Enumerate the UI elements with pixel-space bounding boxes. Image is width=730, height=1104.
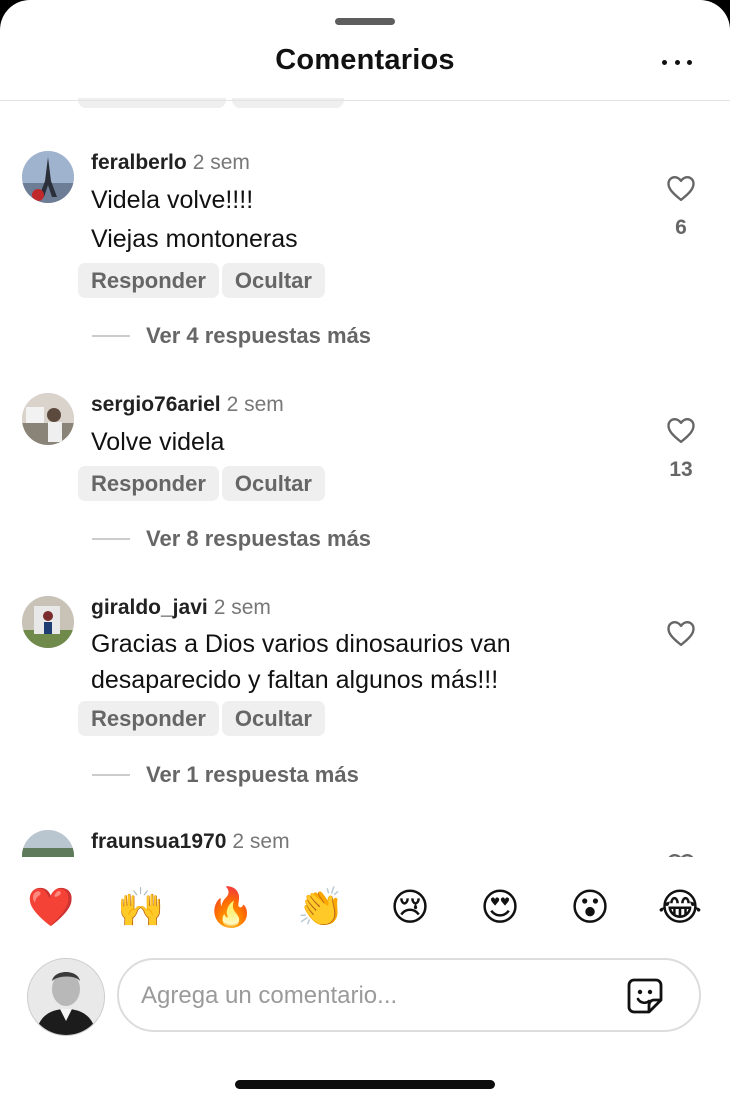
comment-text: Gracias a Dios varios dinosaurios van de… (91, 626, 651, 698)
view-replies-label: Ver 4 respuestas más (146, 323, 372, 348)
reactions-bar: ❤️ 🙌 🔥 👏 😢 😍 😮 😂 (0, 884, 730, 930)
timestamp: 2 sem (226, 393, 284, 416)
crying-face-emoji-button[interactable]: 😢 (387, 884, 433, 930)
like-count: 13 (669, 458, 693, 481)
view-replies-button[interactable]: Ver 4 respuestas más (92, 323, 371, 349)
timestamp: 2 sem (192, 151, 250, 174)
comment-text-line: Viejas montoneras (91, 225, 298, 253)
comment-header: feralberlo 2 sem (91, 151, 250, 175)
hide-button[interactable]: Ocultar (221, 263, 325, 298)
laughing-tears-emoji-button[interactable]: 😂 (657, 884, 703, 930)
comments-sheet: Comentarios feralberlo 2 sem Videla volve… (0, 0, 730, 1104)
avatar[interactable] (22, 596, 74, 648)
current-user-avatar (27, 958, 105, 1036)
comment-header: fraunsua1970 2 sem (91, 830, 290, 854)
username[interactable]: fraunsua1970 (91, 830, 226, 853)
timestamp: 2 sem (213, 596, 271, 619)
view-replies-button[interactable]: Ver 8 respuestas más (92, 526, 371, 552)
comment-actions: Responder Ocultar (78, 263, 325, 298)
comment-text: Volve videla (91, 424, 651, 460)
comment-actions: Responder Ocultar (78, 466, 325, 501)
fire-emoji-button[interactable]: 🔥 (207, 884, 254, 930)
clapping-hands-emoji-button[interactable]: 👏 (297, 884, 344, 930)
more-options-icon[interactable] (662, 52, 692, 72)
heart-icon[interactable] (666, 174, 696, 202)
timestamp: 2 sem (232, 830, 290, 853)
comment-input[interactable] (139, 960, 613, 1032)
red-heart-emoji-button[interactable]: ❤️ (27, 884, 74, 930)
drag-handle[interactable] (335, 18, 395, 25)
heart-eyes-emoji-button[interactable]: 😍 (477, 884, 523, 930)
username[interactable]: giraldo_javi (91, 596, 208, 619)
reply-button[interactable]: Responder (78, 263, 219, 298)
comment-text-line: Gracias a Dios varios dinosaurios van (91, 630, 511, 658)
comment-actions: Responder Ocultar (78, 701, 325, 736)
view-replies-label: Ver 1 respuesta más (146, 762, 359, 787)
reply-button[interactable]: Responder (78, 701, 219, 736)
hide-button[interactable]: Ocultar (221, 466, 325, 501)
comment-text: Videla volve!!!! Viejas montoneras (91, 182, 651, 257)
comment-text-line: Videla volve!!!! (91, 186, 254, 214)
heart-icon[interactable] (666, 416, 696, 444)
username[interactable]: sergio76ariel (91, 393, 221, 416)
reply-button[interactable]: Responder (78, 466, 219, 501)
page-title: Comentarios (275, 44, 455, 76)
raised-hands-emoji-button[interactable]: 🙌 (117, 884, 164, 930)
comments-list[interactable]: feralberlo 2 sem Videla volve!!!! Viejas … (0, 101, 730, 857)
like-count: 6 (675, 216, 687, 239)
avatar[interactable] (22, 151, 74, 203)
heart-icon[interactable] (666, 619, 696, 647)
username[interactable]: feralberlo (91, 151, 187, 174)
comment-text-line: Volve videla (91, 428, 225, 456)
comment-text-line: desaparecido y faltan algunos más!!! (91, 666, 499, 694)
avatar[interactable] (22, 830, 74, 857)
heart-icon[interactable] (666, 852, 696, 857)
comment-header: sergio76ariel 2 sem (91, 393, 284, 417)
comment-header: giraldo_javi 2 sem (91, 596, 271, 620)
view-replies-button[interactable]: Ver 1 respuesta más (92, 762, 359, 788)
home-indicator[interactable] (235, 1080, 495, 1089)
surprised-face-emoji-button[interactable]: 😮 (567, 884, 613, 930)
sticker-icon[interactable] (625, 976, 665, 1016)
avatar[interactable] (22, 393, 74, 445)
hide-button[interactable]: Ocultar (221, 701, 325, 736)
view-replies-label: Ver 8 respuestas más (146, 526, 372, 551)
comment-input-box[interactable] (117, 958, 701, 1032)
